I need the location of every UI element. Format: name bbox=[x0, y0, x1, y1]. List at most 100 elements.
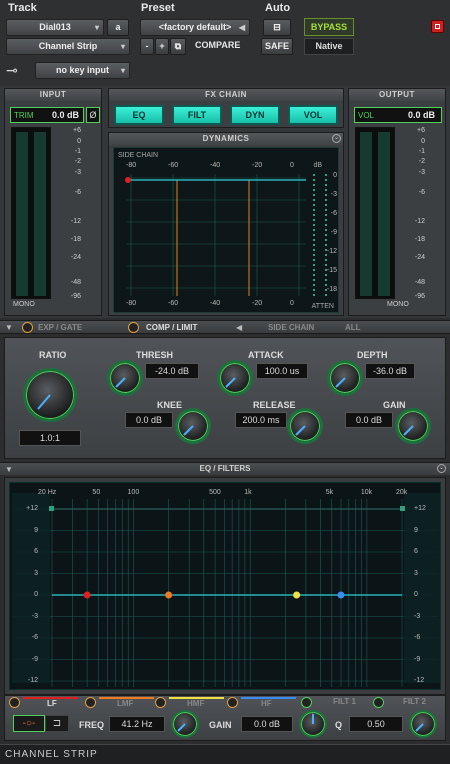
vol-value: 0.0 dB bbox=[407, 110, 435, 120]
output-scale-tick: -24 bbox=[414, 254, 425, 261]
gain-value[interactable]: 0.0 dB bbox=[345, 412, 393, 428]
attack-value[interactable]: 100.0 us bbox=[256, 363, 308, 379]
trim-field[interactable]: TRIM 0.0 dB bbox=[10, 107, 84, 123]
thresh-knob[interactable] bbox=[107, 360, 143, 396]
hmf-node[interactable] bbox=[293, 591, 301, 599]
eq-curve-graph[interactable] bbox=[10, 483, 442, 691]
thresh-value[interactable]: -24.0 dB bbox=[145, 363, 199, 379]
eq-title: EQ / FILTERS bbox=[199, 464, 251, 473]
eq-db-tick: -9 bbox=[31, 655, 38, 663]
safe-button[interactable]: SAFE bbox=[261, 38, 293, 55]
eq-freq-tick: 20 Hz bbox=[38, 489, 57, 496]
preset-next-button[interactable]: + bbox=[155, 38, 169, 55]
bypass-button[interactable]: BYPASS bbox=[304, 18, 354, 36]
fx-chain-panel: FX CHAIN EQ FILT DYN VOL bbox=[108, 88, 344, 128]
power-icon[interactable] bbox=[373, 697, 384, 708]
eq-db-tick: -12 bbox=[27, 677, 38, 684]
atten-tick: -3 bbox=[330, 191, 337, 198]
eq-db-tick: 0 bbox=[34, 591, 38, 598]
lmf-node[interactable] bbox=[165, 591, 173, 599]
gain-knob[interactable] bbox=[395, 408, 431, 444]
key-input-selector[interactable]: no key input ▾ bbox=[35, 62, 130, 79]
power-icon[interactable] bbox=[227, 697, 238, 708]
fx-dyn-button[interactable]: DYN bbox=[230, 105, 280, 125]
power-icon[interactable] bbox=[128, 322, 139, 333]
power-icon[interactable] bbox=[9, 697, 20, 708]
preset-previous-button[interactable]: - bbox=[140, 38, 154, 55]
power-icon[interactable] bbox=[22, 322, 33, 333]
phase-invert-button[interactable]: Ø bbox=[86, 107, 100, 123]
collapse-icon[interactable]: ▼ bbox=[5, 323, 13, 332]
fx-vol-button[interactable]: VOL bbox=[288, 105, 338, 125]
eq-gain-knob[interactable] bbox=[299, 710, 327, 738]
eq-gain-value[interactable]: 0.0 dB bbox=[241, 716, 293, 732]
preset-selector[interactable]: <factory default> ◀ bbox=[140, 19, 250, 36]
band-tab-lf[interactable]: LF bbox=[23, 697, 78, 708]
power-icon[interactable] bbox=[85, 697, 96, 708]
attack-knob[interactable] bbox=[217, 360, 253, 396]
trim-label: TRIM bbox=[14, 111, 34, 120]
tab-exp-gate[interactable]: EXP / GATE bbox=[38, 323, 82, 332]
output-panel: OUTPUT VOL 0.0 dB +6 0 -1 -2 -3 -6 -12 -18 -24 -4… bbox=[348, 88, 446, 316]
vol-field[interactable]: VOL 0.0 dB bbox=[354, 107, 442, 123]
output-scale-tick: -1 bbox=[418, 148, 425, 155]
eq-db-tick: -12 bbox=[414, 677, 425, 684]
band-tab-hmf[interactable]: HMF bbox=[169, 697, 224, 708]
fx-filt-button[interactable]: FILT bbox=[172, 105, 222, 125]
depth-knob[interactable] bbox=[327, 360, 363, 396]
output-scale: +6 0 -1 -2 -3 -6 -12 -18 -24 -48 -96 bbox=[401, 127, 425, 300]
footer: CHANNEL STRIP bbox=[0, 744, 450, 764]
tab-all[interactable]: ALL bbox=[345, 323, 361, 332]
knee-value[interactable]: 0.0 dB bbox=[125, 412, 173, 428]
fx-eq-button[interactable]: EQ bbox=[114, 105, 164, 125]
q-value[interactable]: 0.50 bbox=[349, 716, 403, 732]
automation-button[interactable]: ⊟ bbox=[263, 19, 291, 36]
band-tab-filt1[interactable]: FILT 1 bbox=[315, 697, 370, 708]
chevron-down-icon[interactable]: ⌄ bbox=[332, 134, 341, 143]
plugin-selector[interactable]: Channel Strip ▾ bbox=[6, 38, 130, 55]
attack-label: ATTACK bbox=[248, 350, 284, 360]
release-value[interactable]: 200.0 ms bbox=[235, 412, 287, 428]
knee-knob[interactable] bbox=[175, 408, 211, 444]
vol-label: VOL bbox=[358, 111, 375, 120]
band-tab-lmf[interactable]: LMF bbox=[99, 697, 154, 708]
ratio-value[interactable]: 1.0:1 bbox=[19, 430, 81, 446]
freq-knob[interactable] bbox=[171, 710, 199, 738]
depth-value[interactable]: -36.0 dB bbox=[365, 363, 415, 379]
freq-value[interactable]: 41.2 Hz bbox=[109, 716, 165, 732]
hpf-handle bbox=[49, 506, 54, 511]
eq-panel: 20 Hz 50 100 500 1k 5k 10k 20k +12 9 6 3 0 -3 -6 -9 -12… bbox=[4, 477, 446, 695]
power-icon[interactable] bbox=[301, 697, 312, 708]
eq-db-ticks-right: +12 9 6 3 0 -3 -6 -9 -12 bbox=[414, 503, 438, 684]
ratio-knob[interactable] bbox=[23, 368, 77, 422]
q-knob[interactable] bbox=[409, 710, 437, 738]
atten-tick: -9 bbox=[330, 229, 337, 236]
preset-menu-button[interactable]: ⧉ bbox=[170, 38, 186, 55]
track-channel-button[interactable]: a bbox=[107, 19, 129, 36]
eq-graph[interactable]: 20 Hz 50 100 500 1k 5k 10k 20k +12 9 6 3 0 -3 -6 -9 -12… bbox=[9, 482, 441, 690]
track-selector[interactable]: Dial013 ▾ bbox=[6, 19, 104, 36]
speaker-icon[interactable]: ◀ bbox=[236, 323, 242, 332]
dynamics-tick: -80 bbox=[126, 162, 137, 169]
atten-tick: -15 bbox=[326, 267, 337, 274]
chevron-down-icon[interactable]: ⌄ bbox=[437, 464, 446, 473]
release-knob[interactable] bbox=[287, 408, 323, 444]
band-tab-filt2[interactable]: FILT 2 bbox=[387, 697, 442, 708]
dynamics-curve-graph[interactable] bbox=[114, 148, 340, 314]
dynamics-top-ticks: -80 -60 -40 -20 0 bbox=[114, 162, 340, 172]
hf-node[interactable] bbox=[337, 591, 345, 599]
band-tab-hf[interactable]: HF bbox=[241, 697, 296, 708]
shelf-shape-button[interactable]: ⊐ bbox=[45, 715, 69, 732]
power-icon[interactable] bbox=[155, 697, 166, 708]
tab-comp-limit[interactable]: COMP / LIMIT bbox=[146, 323, 197, 332]
tab-side-chain[interactable]: SIDE CHAIN bbox=[268, 323, 314, 332]
compare-button[interactable]: COMPARE bbox=[195, 40, 240, 50]
bell-shape-button[interactable]: -○- bbox=[13, 715, 45, 732]
input-scale-tick: -18 bbox=[70, 236, 81, 243]
dynamics-controls: RATIO 1.0:1 THRESH -24.0 dB KNEE 0.0 dB … bbox=[4, 337, 446, 459]
input-panel: INPUT TRIM 0.0 dB Ø +6 0 -1 -2 -3 -6 -12 -18 -24… bbox=[4, 88, 102, 316]
close-plugin-button[interactable] bbox=[431, 20, 444, 33]
lf-node[interactable] bbox=[83, 591, 91, 599]
input-scale-tick: -2 bbox=[74, 158, 81, 165]
input-scale-tick: -1 bbox=[74, 148, 81, 155]
